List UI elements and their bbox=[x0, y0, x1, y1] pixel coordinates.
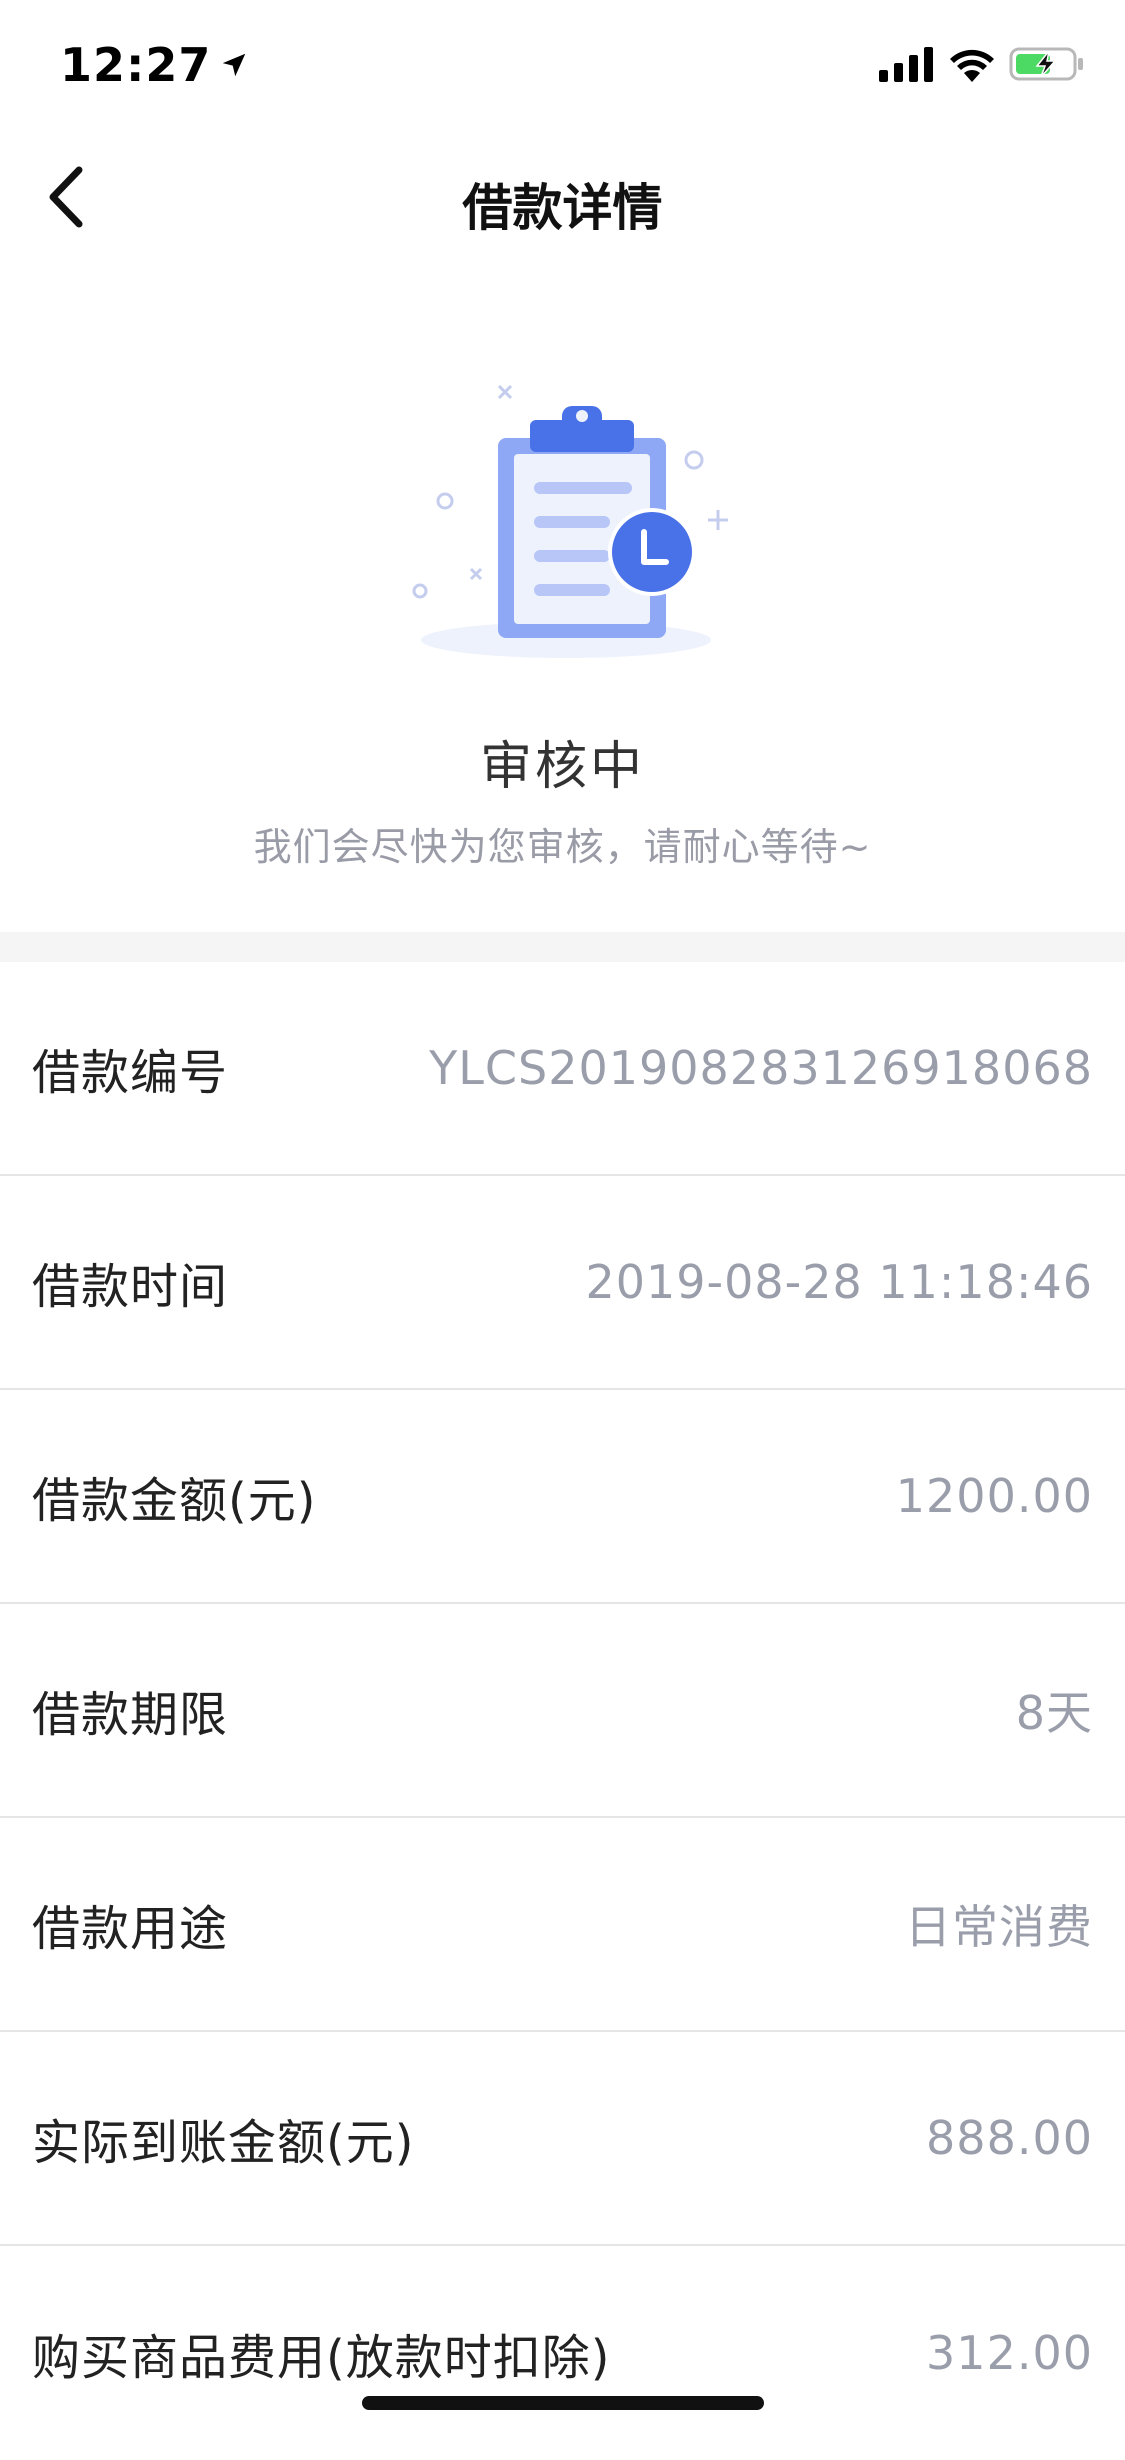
detail-value: YLCS201908283126918068 bbox=[429, 1041, 1093, 1095]
status-icons bbox=[879, 46, 1085, 82]
detail-row-loan-amount: 借款金额(元) 1200.00 bbox=[0, 1390, 1125, 1604]
detail-row-loan-purpose: 借款用途 日常消费 bbox=[0, 1818, 1125, 2032]
detail-value: 日常消费 bbox=[905, 1900, 1093, 1954]
location-arrow-icon bbox=[223, 53, 246, 77]
detail-value: 312.00 bbox=[926, 2326, 1093, 2380]
status-time: 12:27 bbox=[60, 38, 249, 92]
navigation-bar: 借款详情 bbox=[0, 132, 1125, 262]
detail-row-loan-term: 借款期限 8天 bbox=[0, 1604, 1125, 1818]
detail-label: 借款期限 bbox=[32, 1687, 229, 1743]
section-divider bbox=[0, 932, 1125, 962]
review-status-title: 审核中 bbox=[479, 737, 645, 797]
status-time-text: 12:27 bbox=[60, 38, 212, 92]
detail-label: 借款时间 bbox=[32, 1259, 229, 1315]
wifi-icon bbox=[950, 49, 994, 82]
detail-label: 购买商品费用(放款时扣除) bbox=[32, 2330, 611, 2386]
detail-row-product-fee: 购买商品费用(放款时扣除) 312.00 bbox=[0, 2246, 1125, 2460]
status-bar: 12:27 bbox=[0, 0, 1125, 132]
detail-row-loan-number: 借款编号 YLCS201908283126918068 bbox=[0, 962, 1125, 1176]
clipboard-clock-icon bbox=[412, 384, 728, 658]
battery-charging-icon bbox=[1009, 47, 1083, 81]
review-status-subtitle: 我们会尽快为您审核，请耐心等待~ bbox=[253, 825, 872, 869]
page-title: 借款详情 bbox=[462, 179, 663, 237]
review-status-section: 审核中 我们会尽快为您审核，请耐心等待~ bbox=[0, 262, 1125, 932]
detail-label: 实际到账金额(元) bbox=[32, 2115, 415, 2171]
detail-value: 1200.00 bbox=[895, 1469, 1093, 1523]
detail-value: 2019-08-28 11:18:46 bbox=[585, 1255, 1093, 1309]
detail-value: 8天 bbox=[1015, 1686, 1093, 1740]
signal-icon bbox=[879, 47, 933, 82]
detail-row-received-amount: 实际到账金额(元) 888.00 bbox=[0, 2032, 1125, 2246]
loan-detail-list: 借款编号 YLCS201908283126918068 借款时间 2019-08… bbox=[0, 962, 1125, 2460]
detail-label: 借款用途 bbox=[32, 1901, 229, 1957]
detail-label: 借款金额(元) bbox=[32, 1473, 317, 1529]
detail-row-loan-time: 借款时间 2019-08-28 11:18:46 bbox=[0, 1176, 1125, 1390]
detail-value: 888.00 bbox=[926, 2111, 1093, 2165]
home-indicator[interactable] bbox=[362, 2396, 764, 2410]
detail-label: 借款编号 bbox=[32, 1045, 229, 1101]
